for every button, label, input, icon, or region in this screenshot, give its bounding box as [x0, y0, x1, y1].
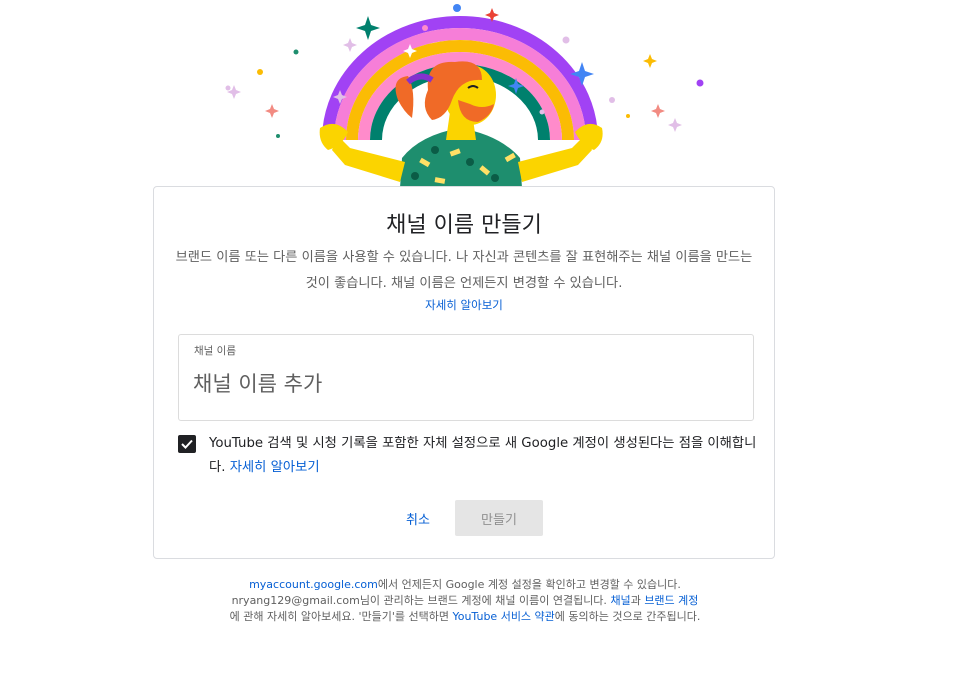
footer-disclaimer: myaccount.google.com에서 언제든지 Google 계정 설정… — [200, 577, 730, 625]
myaccount-link[interactable]: myaccount.google.com — [249, 578, 378, 591]
channel-name-field[interactable]: 채널 이름 — [178, 334, 754, 421]
terms-of-service-link[interactable]: YouTube 서비스 약관 — [452, 610, 554, 623]
dialog-description: 브랜드 이름 또는 다른 이름을 사용할 수 있습니다. 나 자신과 콘텐츠를 … — [175, 250, 753, 291]
consent-checkbox[interactable] — [178, 435, 196, 453]
create-channel-dialog: 채널 이름 만들기 브랜드 이름 또는 다른 이름을 사용할 수 있습니다. 나… — [153, 186, 775, 559]
footer-line-2: nryang129@gmail.com님이 관리하는 브랜드 계정에 채널 이름… — [200, 593, 730, 609]
consent-learn-more-link[interactable]: 자세히 알아보기 — [230, 460, 320, 475]
footer-line-3: 에 관해 자세히 알아보세요. '만들기'를 선택하면 YouTube 서비스 … — [200, 609, 730, 625]
consent-text: YouTube 검색 및 시청 기록을 포함한 자체 설정으로 새 Google… — [209, 432, 769, 480]
cancel-button[interactable]: 취소 — [394, 501, 442, 535]
channel-name-input[interactable] — [193, 367, 733, 401]
account-email: nryang129@gmail.com — [231, 594, 360, 607]
dialog-title: 채널 이름 만들기 — [386, 213, 542, 238]
create-button[interactable]: 만들기 — [455, 500, 543, 536]
checkmark-icon — [181, 439, 193, 449]
rainbow-illustration — [225, 4, 704, 188]
brand-account-link[interactable]: 브랜드 계정 — [644, 594, 698, 607]
channel-link[interactable]: 채널 — [610, 594, 630, 607]
footer-text: 에 동의하는 것으로 간주됩니다. — [554, 610, 701, 623]
footer-text: 님이 관리하는 브랜드 계정에 채널 이름이 연결됩니다. — [359, 594, 611, 607]
footer-line-1: myaccount.google.com에서 언제든지 Google 계정 설정… — [200, 577, 730, 593]
footer-text: 과 — [630, 594, 645, 607]
footer-text: 에서 언제든지 Google 계정 설정을 확인하고 변경할 수 있습니다. — [377, 578, 681, 591]
channel-name-label: 채널 이름 — [194, 345, 236, 357]
footer-text: 에 관해 자세히 알아보세요. '만들기'를 선택하면 — [229, 610, 453, 623]
learn-more-link[interactable]: 자세히 알아보기 — [154, 297, 774, 313]
